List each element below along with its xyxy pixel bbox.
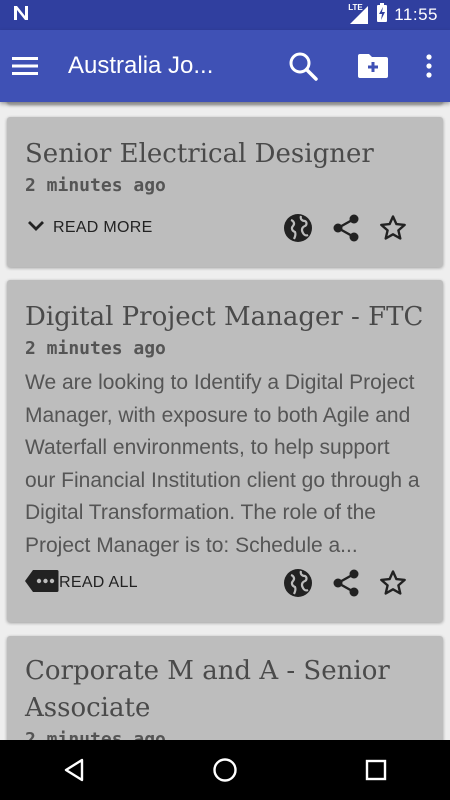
job-title[interactable]: Senior Electrical Designer	[25, 136, 425, 173]
read-more-button[interactable]: READ MORE	[25, 215, 153, 242]
card-actions: READ MORE	[25, 213, 425, 243]
ellipsis-tag-icon	[25, 569, 59, 598]
card-actions: READ ALL	[25, 568, 425, 598]
menu-icon[interactable]	[12, 56, 38, 76]
card-action-icons	[283, 568, 407, 598]
job-posted-time: 2 minutes ago	[25, 175, 166, 196]
card-action-icons	[283, 213, 407, 243]
more-vert-icon[interactable]	[426, 54, 432, 78]
job-card[interactable]: Senior Electrical Designer 2 minutes ago…	[7, 117, 443, 267]
back-icon[interactable]	[63, 758, 85, 782]
battery-charging-icon	[376, 2, 388, 28]
read-more-label: READ MORE	[53, 219, 153, 236]
job-card[interactable]: Digital Project Manager - FTC 2 minutes …	[7, 280, 443, 622]
app-title: Australia Jo...	[68, 52, 214, 79]
star-outline-icon[interactable]	[379, 569, 407, 597]
job-card-partial[interactable]	[7, 102, 443, 104]
search-icon[interactable]	[288, 51, 318, 81]
job-posted-time: 2 minutes ago	[25, 729, 166, 740]
star-outline-icon[interactable]	[379, 214, 407, 242]
share-icon[interactable]	[331, 213, 361, 243]
chevron-down-icon	[25, 215, 47, 242]
job-card[interactable]: Corporate M and A - Senior Associate 2 m…	[7, 636, 443, 740]
job-list[interactable]: Senior Electrical Designer 2 minutes ago…	[0, 102, 450, 740]
job-description: We are looking to Identify a Digital Pro…	[25, 371, 420, 557]
recents-icon[interactable]	[365, 759, 387, 781]
read-all-label: READ ALL	[59, 574, 138, 591]
globe-icon[interactable]	[283, 568, 313, 598]
job-title[interactable]: Corporate M and A - Senior Associate	[25, 653, 425, 727]
share-icon[interactable]	[331, 568, 361, 598]
job-title[interactable]: Digital Project Manager - FTC	[25, 299, 425, 336]
network-type-label: LTE	[348, 3, 363, 12]
globe-icon[interactable]	[283, 213, 313, 243]
status-time: 11:55	[394, 5, 438, 24]
system-nav-bar	[0, 740, 450, 800]
signal-icon: LTE	[348, 3, 370, 25]
app-bar: Australia Jo...	[0, 30, 450, 102]
notification-n-icon	[12, 4, 30, 27]
job-posted-time: 2 minutes ago	[25, 338, 166, 359]
read-all-button[interactable]: READ ALL	[25, 569, 138, 598]
home-icon[interactable]	[212, 757, 238, 783]
add-folder-icon[interactable]	[356, 52, 390, 80]
status-bar: LTE 11:55	[0, 0, 450, 30]
